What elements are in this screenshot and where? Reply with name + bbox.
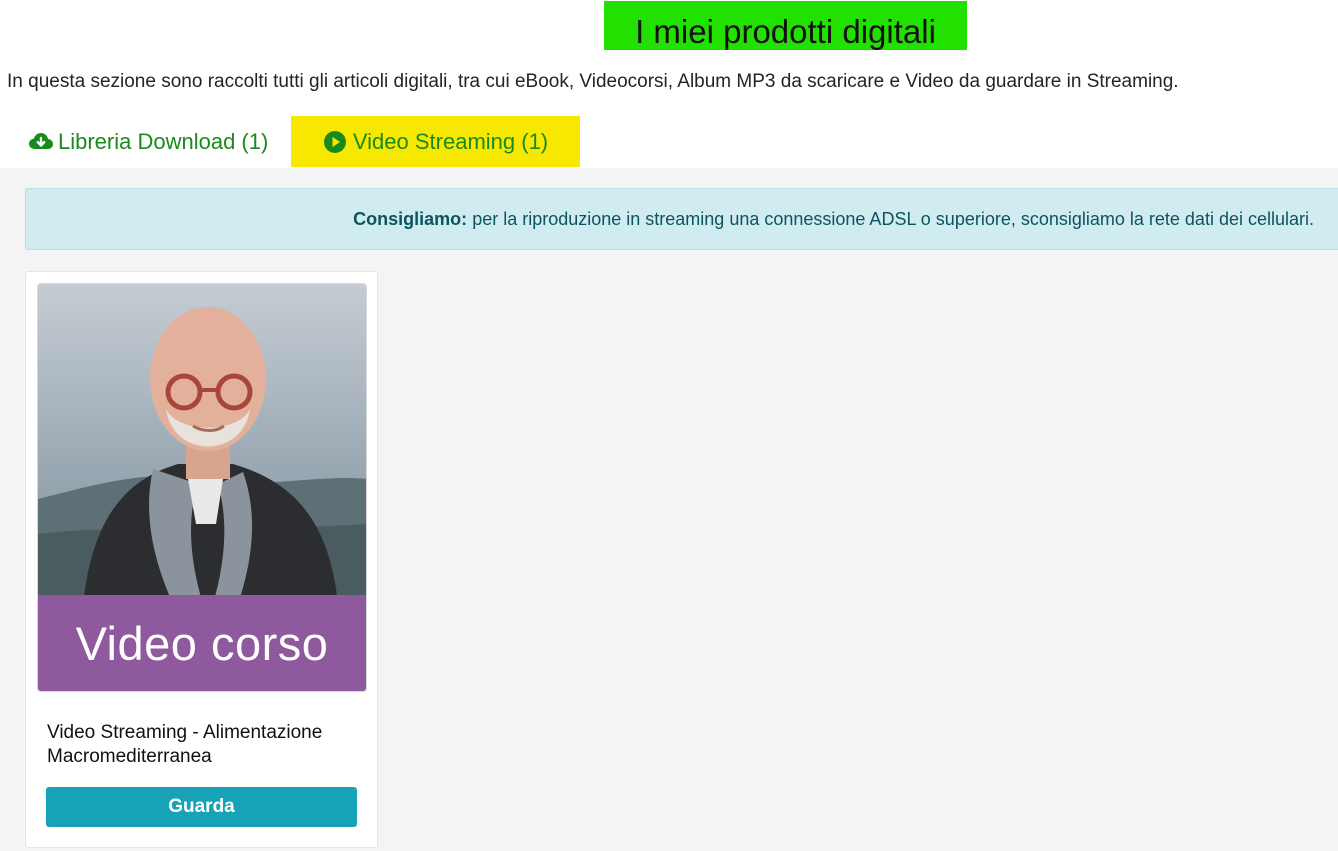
streaming-notice: Consigliamo: per la riproduzione in stre… [25, 188, 1338, 250]
tab-content-panel: Consigliamo: per la riproduzione in stre… [0, 168, 1338, 851]
tab-video-streaming[interactable]: Video Streaming (1) [291, 116, 580, 167]
thumbnail-label: Video corso [75, 616, 329, 670]
page-title-highlight: I miei prodotti digitali [604, 1, 967, 50]
tab-download-library-label: Libreria Download (1) [58, 128, 269, 154]
notice-text: per la riproduzione in streaming una con… [472, 208, 1314, 229]
page-title: I miei prodotti digitali [635, 13, 936, 50]
tab-video-streaming-label: Video Streaming (1) [352, 128, 549, 154]
tab-bar: Libreria Download (1) Video Streaming (1… [12, 116, 580, 168]
watch-button[interactable]: Guarda [46, 787, 357, 827]
tab-download-library[interactable]: Libreria Download (1) [12, 116, 291, 167]
thumbnail-label-band: Video corso [38, 595, 366, 691]
page-intro: In questa sezione sono raccolti tutti gl… [7, 71, 1179, 92]
product-card: Video corso Video Streaming - Alimentazi… [25, 271, 378, 848]
notice-strong: Consigliamo: [353, 208, 468, 229]
cloud-download-icon [28, 130, 53, 154]
product-title[interactable]: Video Streaming - Alimentazione Macromed… [47, 721, 357, 769]
product-thumbnail[interactable]: Video corso [37, 283, 367, 692]
page: I miei prodotti digitali In questa sezio… [0, 0, 1338, 851]
play-circle-icon [323, 130, 347, 154]
